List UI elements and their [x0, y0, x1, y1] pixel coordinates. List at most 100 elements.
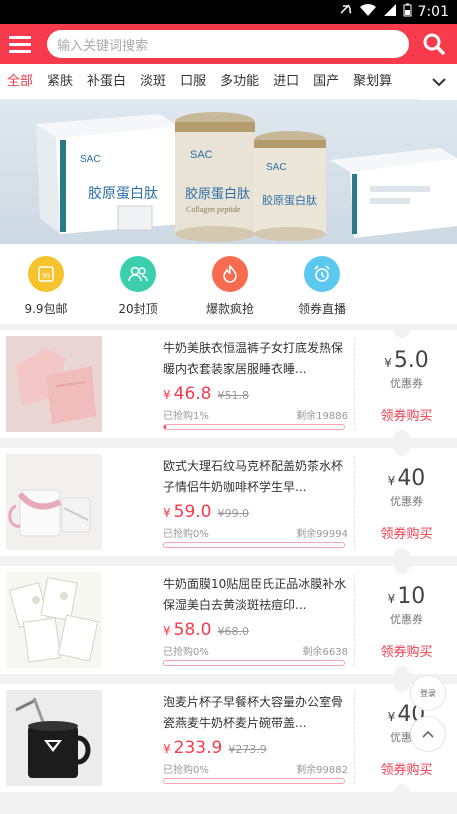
product-title[interactable]: 牛奶美肤衣恒温裤子女打底发热保暖内衣套装家居服睡衣睡... — [163, 338, 348, 380]
status-bar: 7:01 — [0, 0, 457, 24]
coupon-block[interactable]: ¥40 优惠券 领券购买 — [356, 448, 457, 556]
currency-symbol: ¥ — [163, 506, 171, 520]
battery-icon — [403, 3, 412, 21]
currency-symbol: ¥ — [163, 624, 171, 638]
remaining-stock: 剩余6638 — [302, 647, 348, 658]
quick-link-20[interactable]: 20封顶 — [92, 244, 184, 324]
quick-link-99[interactable]: 99 9.9包邮 — [0, 244, 92, 324]
progress-bar — [163, 542, 345, 548]
back-to-top-button[interactable] — [410, 716, 446, 752]
tab-protein[interactable]: 补蛋白 — [80, 64, 133, 100]
buy-with-coupon-button[interactable]: 领券购买 — [380, 641, 432, 660]
category-tabs: 全部 紧肤 补蛋白 淡斑 口服 多功能 进口 国产 聚划算 — [0, 64, 457, 100]
sold-percent: 已抢购0% — [163, 647, 209, 658]
coupon-block[interactable]: ¥5.0 优惠券 领券购买 — [356, 330, 457, 438]
sold-percent: 已抢购0% — [163, 765, 209, 776]
product-title[interactable]: 牛奶面膜10贴屈臣氏正品冰膜补水保湿美白去黄淡斑祛痘印... — [163, 574, 348, 616]
search-icon[interactable] — [414, 24, 454, 64]
product-info: 牛奶面膜10贴屈臣氏正品冰膜补水保湿美白去黄淡斑祛痘印... ¥58.0 ¥68… — [163, 574, 348, 666]
currency-symbol: ¥ — [387, 474, 396, 488]
buy-with-coupon-button[interactable]: 领券购买 — [380, 523, 432, 542]
quick-link-live[interactable]: 领券直播 — [276, 244, 368, 324]
tab-juhuasuan[interactable]: 聚划算 — [346, 64, 399, 100]
svg-text:SAC: SAC — [190, 149, 213, 161]
product-info: 欧式大理石纹马克杯配盖奶茶水杯子情侣牛奶咖啡杯学生早... ¥59.0 ¥99.… — [163, 456, 348, 548]
banner-brand: SAC — [80, 154, 101, 165]
tab-oral[interactable]: 口服 — [173, 64, 213, 100]
quick-links: 99 9.9包邮 20封顶 爆款疯抢 领券直播 — [0, 244, 457, 324]
product-price: ¥233.9 — [163, 738, 222, 758]
tab-spot[interactable]: 淡斑 — [133, 64, 173, 100]
signal-icon — [383, 3, 397, 21]
currency-symbol: ¥ — [217, 625, 225, 638]
product-card[interactable]: 牛奶美肤衣恒温裤子女打底发热保暖内衣套装家居服睡衣睡... ¥46.8 ¥51.… — [0, 330, 457, 438]
tab-multi[interactable]: 多功能 — [213, 64, 266, 100]
price-tag-icon: 99 — [28, 256, 64, 292]
original-price: ¥51.8 — [218, 389, 250, 402]
coupon-amount: 40 — [397, 466, 426, 491]
product-price: ¥58.0 — [163, 620, 212, 640]
product-price: ¥46.8 — [163, 384, 212, 404]
login-label: 登录 — [420, 688, 436, 698]
product-list: 牛奶美肤衣恒温裤子女打底发热保暖内衣套装家居服睡衣睡... ¥46.8 ¥51.… — [0, 330, 457, 802]
svg-text:胶原蛋白肽: 胶原蛋白肽 — [185, 186, 250, 202]
tab-domestic[interactable]: 国产 — [306, 64, 346, 100]
remaining-stock: 剩余99994 — [296, 529, 348, 540]
tab-firming[interactable]: 紧肤 — [40, 64, 80, 100]
coupon-value: ¥10 — [388, 584, 426, 609]
original-price-value: 99.0 — [224, 507, 250, 520]
product-card[interactable]: 牛奶面膜10贴屈臣氏正品冰膜补水保湿美白去黄淡斑祛痘印... ¥58.0 ¥68… — [0, 566, 457, 674]
svg-text:SAC: SAC — [266, 162, 287, 173]
coupon-value: ¥5.0 — [384, 348, 429, 373]
progress-bar — [163, 778, 345, 784]
promo-banner[interactable]: SAC 胶原蛋白肽 SAC 胶原蛋白肽 Collagen peptide SAC… — [0, 100, 457, 244]
product-title[interactable]: 泡麦片杯子早餐杯大容量办公室骨瓷燕麦牛奶杯麦片碗带盖... — [163, 692, 348, 734]
coupon-label: 优惠券 — [390, 377, 423, 390]
product-image[interactable] — [6, 454, 102, 550]
product-info: 泡麦片杯子早餐杯大容量办公室骨瓷燕麦牛奶杯麦片碗带盖... ¥233.9 ¥27… — [163, 692, 348, 784]
login-float-button[interactable]: 登录 — [410, 675, 446, 711]
coupon-block[interactable]: ¥10 优惠券 领券购买 — [356, 566, 457, 674]
original-price-value: 51.8 — [224, 389, 250, 402]
currency-symbol: ¥ — [217, 507, 225, 520]
original-price-value: 68.0 — [224, 625, 250, 638]
product-image[interactable] — [6, 690, 102, 786]
original-price: ¥68.0 — [218, 625, 250, 638]
coupon-label: 优惠券 — [390, 495, 423, 508]
product-price: ¥59.0 — [163, 502, 212, 522]
chevron-down-icon[interactable] — [421, 64, 457, 100]
quick-link-hot[interactable]: 爆款疯抢 — [184, 244, 276, 324]
quick-link-label: 爆款疯抢 — [205, 302, 254, 316]
original-price: ¥99.0 — [218, 507, 250, 520]
product-image[interactable] — [6, 336, 102, 432]
progress-bar — [163, 424, 345, 430]
quick-link-label: 9.9包邮 — [24, 302, 68, 316]
product-title[interactable]: 欧式大理石纹马克杯配盖奶茶水杯子情侣牛奶咖啡杯学生早... — [163, 456, 348, 498]
card-divider — [354, 574, 355, 666]
fire-icon — [212, 256, 248, 292]
coupon-value: ¥40 — [388, 466, 426, 491]
currency-symbol: ¥ — [163, 388, 171, 402]
tab-all[interactable]: 全部 — [0, 64, 40, 100]
remaining-stock: 剩余19886 — [296, 411, 348, 422]
banner-product-text-en: Collagen peptide — [186, 205, 241, 214]
currency-symbol: ¥ — [384, 356, 392, 370]
product-card[interactable]: 欧式大理石纹马克杯配盖奶茶水杯子情侣牛奶咖啡杯学生早... ¥59.0 ¥99.… — [0, 448, 457, 556]
tab-import[interactable]: 进口 — [266, 64, 306, 100]
price-value: 46.8 — [173, 384, 212, 404]
chevron-up-icon — [422, 730, 434, 738]
top-bar: 输入关键词搜索 — [0, 24, 457, 64]
coupon-label: 优惠券 — [390, 613, 423, 626]
menu-icon[interactable] — [0, 24, 40, 64]
buy-with-coupon-button[interactable]: 领券购买 — [380, 759, 432, 778]
alarm-clock-icon — [304, 256, 340, 292]
buy-with-coupon-button[interactable]: 领券购买 — [380, 405, 432, 424]
coupon-amount: 10 — [397, 584, 426, 609]
product-card[interactable]: 泡麦片杯子早餐杯大容量办公室骨瓷燕麦牛奶杯麦片碗带盖... ¥233.9 ¥27… — [0, 684, 457, 792]
search-input[interactable]: 输入关键词搜索 — [47, 30, 409, 58]
product-image[interactable] — [6, 572, 102, 668]
search-placeholder: 输入关键词搜索 — [57, 38, 149, 54]
users-icon — [120, 256, 156, 292]
sold-percent: 已抢购1% — [163, 411, 209, 422]
product-info: 牛奶美肤衣恒温裤子女打底发热保暖内衣套装家居服睡衣睡... ¥46.8 ¥51.… — [163, 338, 348, 430]
